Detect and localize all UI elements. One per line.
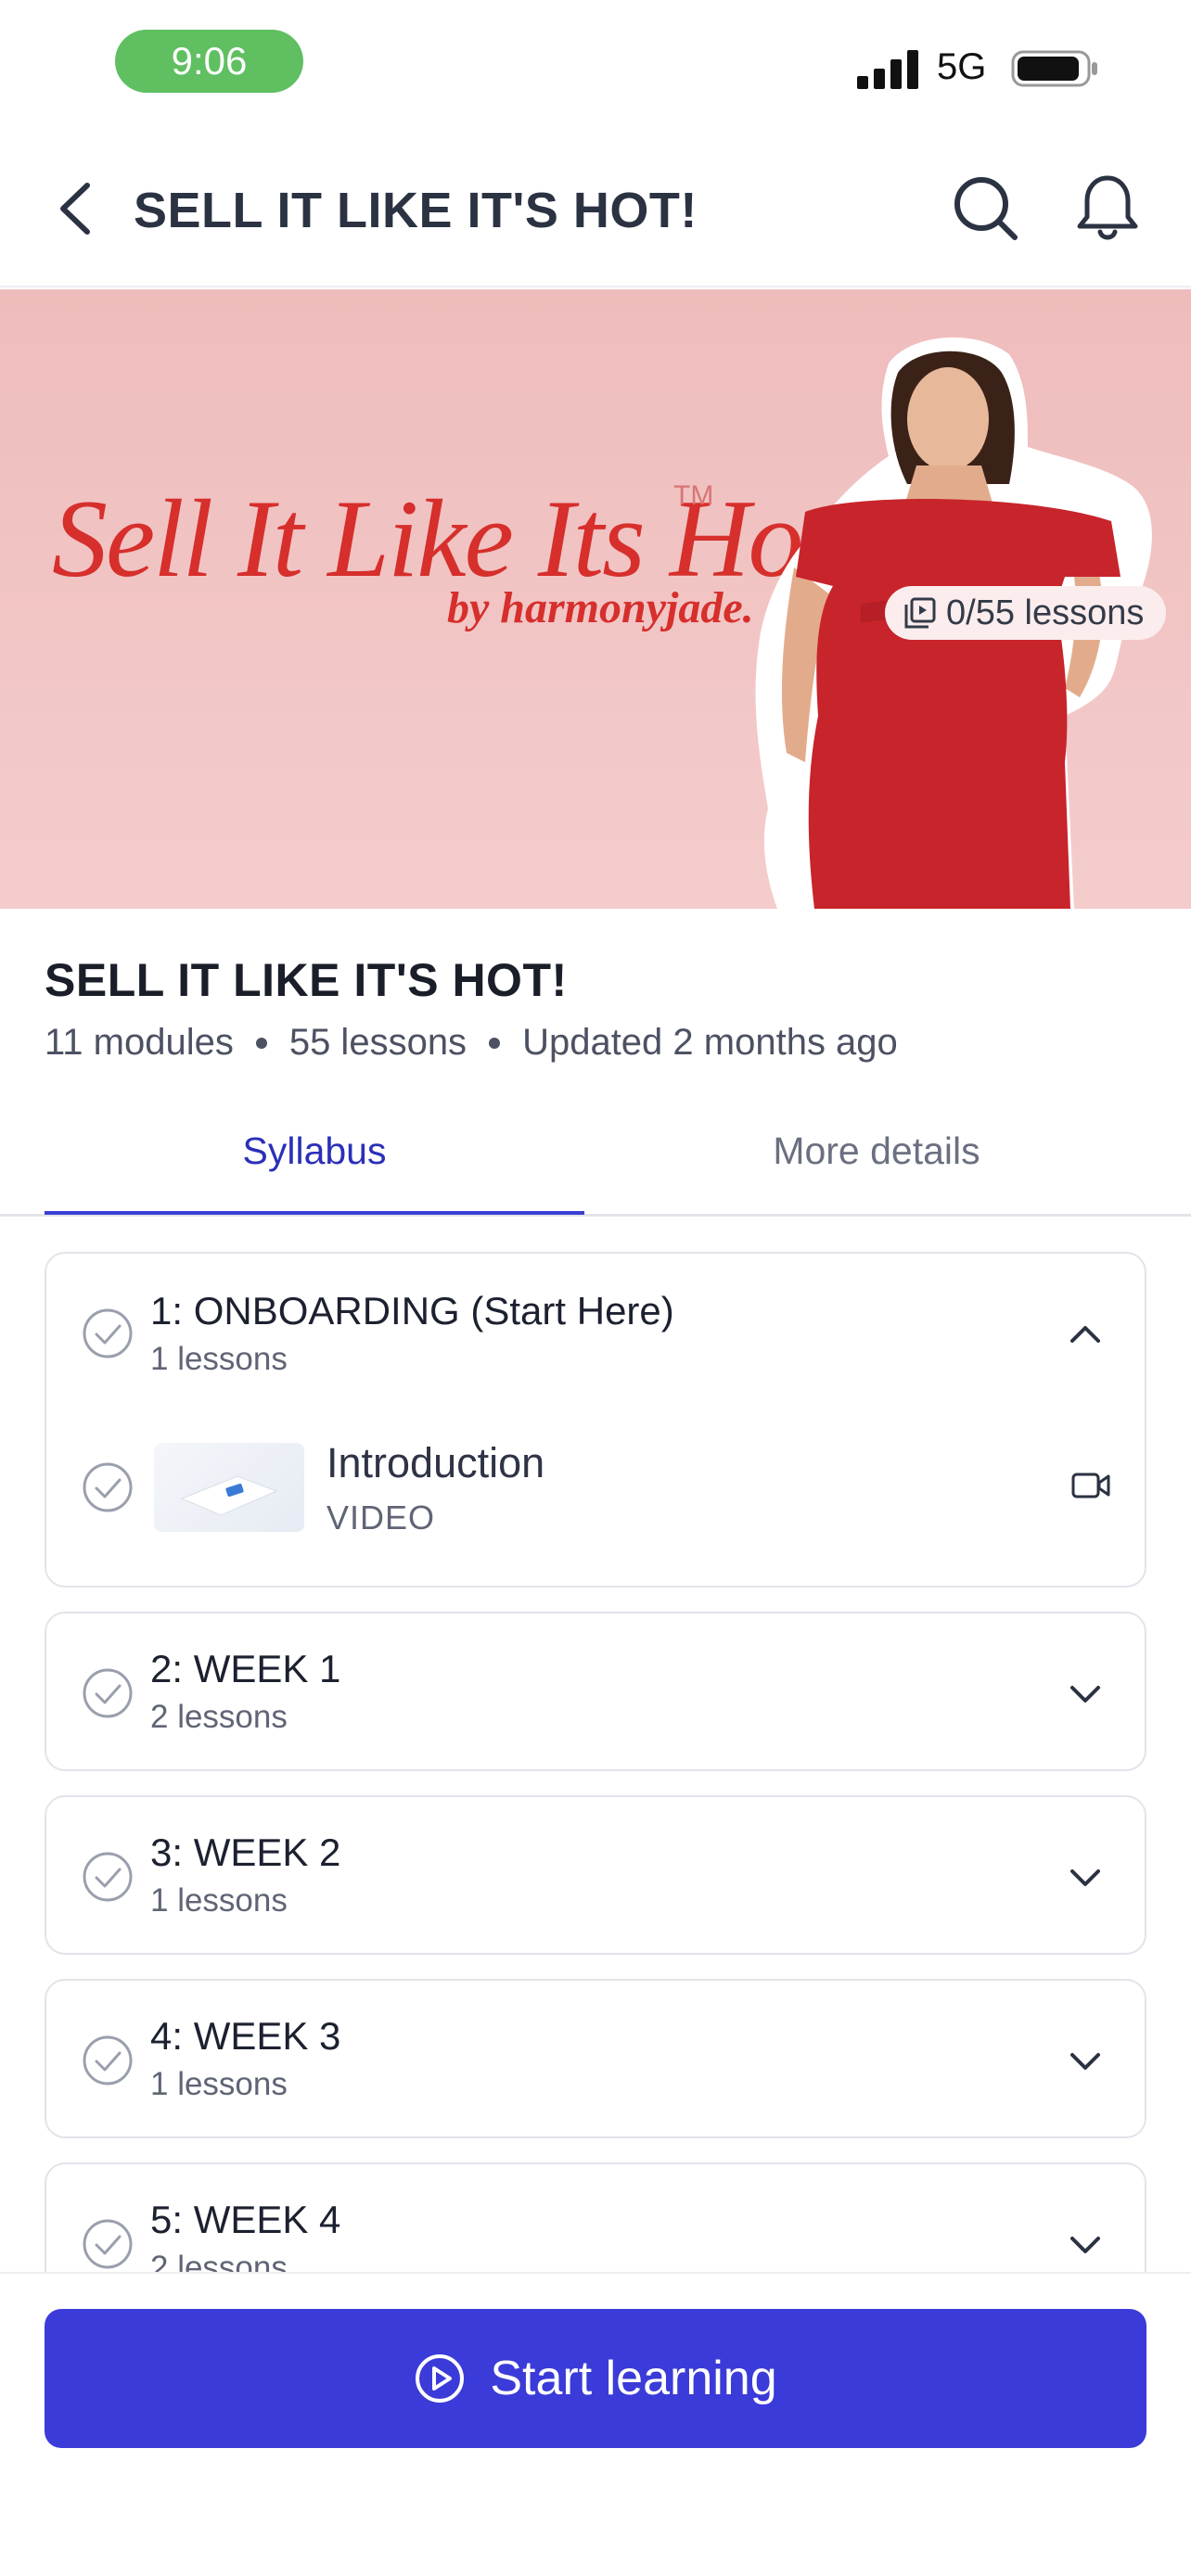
chevron-down-icon[interactable] bbox=[1065, 2224, 1106, 2264]
module-title: 2: WEEK 1 bbox=[150, 1647, 341, 1690]
check-circle-icon bbox=[83, 2219, 133, 2269]
video-thumbnail-graphic bbox=[180, 1475, 278, 1516]
bottom-action-bar: Start learning bbox=[0, 2272, 1191, 2576]
network-label: 5G bbox=[937, 46, 987, 87]
check-circle-icon bbox=[83, 1668, 133, 1718]
start-learning-button[interactable]: Start learning bbox=[45, 2309, 1146, 2448]
status-bar: 9:06 5G bbox=[0, 0, 1191, 130]
page-title: SELL IT LIKE IT'S HOT! bbox=[134, 183, 698, 238]
module-card[interactable]: 3: WEEK 2 1 lessons bbox=[45, 1795, 1146, 1955]
course-meta: 11 modules 55 lessons Updated 2 months a… bbox=[45, 1022, 898, 1064]
modules-count: 11 modules bbox=[45, 1022, 234, 1063]
module-lesson-count: 1 lessons bbox=[150, 1341, 288, 1377]
lesson-title[interactable]: Introduction bbox=[327, 1439, 544, 1487]
status-time: 9:06 bbox=[115, 30, 303, 93]
play-circle-icon bbox=[416, 2354, 465, 2403]
tab-syllabus[interactable]: Syllabus bbox=[45, 1129, 584, 1173]
lessons-progress-badge: 0/55 lessons bbox=[885, 586, 1167, 640]
course-hero-banner: Sell It Like Its Hot TM by harmonyjade. … bbox=[0, 289, 1191, 909]
separator-dot bbox=[489, 1037, 501, 1049]
check-circle-icon bbox=[83, 1308, 133, 1358]
hero-brand-subtitle: by harmonyjade. bbox=[447, 583, 754, 632]
signal-icon bbox=[857, 50, 918, 89]
back-arrow-icon[interactable] bbox=[50, 176, 106, 241]
search-icon[interactable] bbox=[950, 172, 1020, 243]
updated-label: Updated 2 months ago bbox=[522, 1022, 898, 1063]
hero-trademark: TM bbox=[673, 480, 714, 511]
module-card[interactable]: 1: ONBOARDING (Start Here) 1 lessons Int… bbox=[45, 1252, 1146, 1588]
lesson-thumbnail[interactable] bbox=[154, 1443, 304, 1532]
module-title: 4: WEEK 3 bbox=[150, 2014, 341, 2058]
course-title: SELL IT LIKE IT'S HOT! bbox=[45, 954, 568, 1006]
chevron-up-icon[interactable] bbox=[1065, 1313, 1106, 1354]
module-lesson-count: 1 lessons bbox=[150, 2066, 288, 2102]
lessons-icon bbox=[904, 597, 936, 629]
module-card[interactable]: 4: WEEK 3 1 lessons bbox=[45, 1979, 1146, 2138]
tab-more-details[interactable]: More details bbox=[607, 1129, 1146, 1173]
module-lesson-count: 2 lessons bbox=[150, 1699, 288, 1735]
start-learning-label: Start learning bbox=[490, 2352, 777, 2405]
video-camera-icon bbox=[1071, 1473, 1110, 1498]
chevron-down-icon[interactable] bbox=[1065, 2040, 1106, 2081]
check-circle-icon bbox=[83, 2035, 133, 2085]
battery-icon bbox=[1011, 50, 1097, 87]
module-title: 5: WEEK 4 bbox=[150, 2198, 341, 2241]
chevron-down-icon[interactable] bbox=[1065, 1673, 1106, 1714]
lesson-type: VIDEO bbox=[327, 1498, 436, 1537]
check-circle-icon bbox=[83, 1852, 133, 1902]
app-header: SELL IT LIKE IT'S HOT! bbox=[0, 130, 1191, 287]
bell-icon[interactable] bbox=[1074, 171, 1141, 245]
module-card[interactable]: 2: WEEK 1 2 lessons bbox=[45, 1612, 1146, 1771]
lessons-count: 55 lessons bbox=[288, 1022, 467, 1063]
chevron-down-icon[interactable] bbox=[1065, 1856, 1106, 1897]
check-circle-icon bbox=[83, 1462, 133, 1512]
lessons-progress-text: 0/55 lessons bbox=[946, 593, 1145, 632]
separator-dot bbox=[255, 1037, 267, 1049]
module-lesson-count: 1 lessons bbox=[150, 1882, 288, 1919]
module-title: 3: WEEK 2 bbox=[150, 1830, 341, 1874]
module-title: 1: ONBOARDING (Start Here) bbox=[150, 1289, 674, 1333]
active-tab-indicator bbox=[45, 1211, 584, 1215]
course-tabs: Syllabus More details bbox=[0, 1094, 1191, 1217]
